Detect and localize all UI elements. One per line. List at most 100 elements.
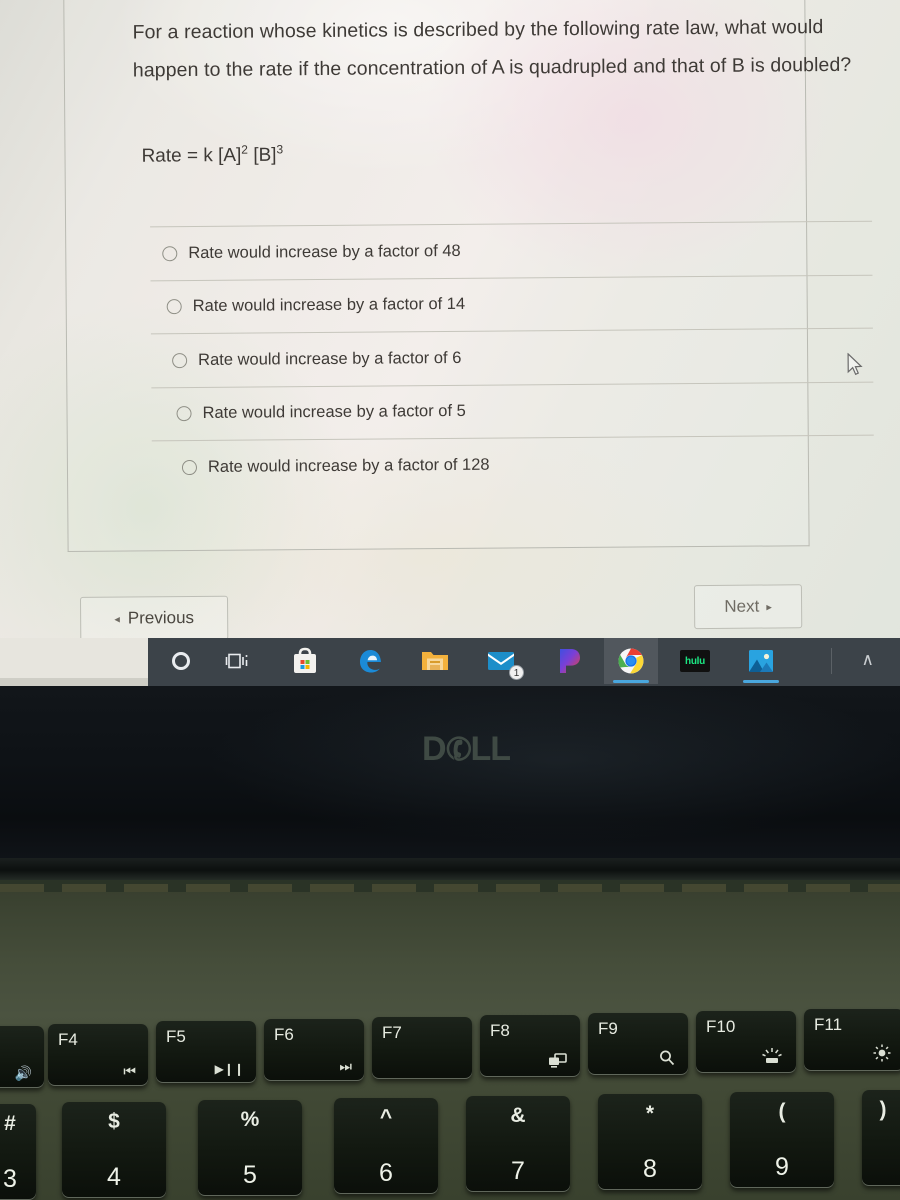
bezel-reflection xyxy=(0,686,900,870)
taskbar-item-pandora[interactable] xyxy=(542,638,596,684)
key-f5[interactable]: F5 ▶❙❙ xyxy=(156,1021,256,1083)
key-8-number: 8 xyxy=(643,1155,657,1183)
key-0-shift: ) xyxy=(879,1098,887,1121)
dell-logo-l2: L xyxy=(490,729,511,768)
search-icon xyxy=(660,1050,675,1066)
radio-button-1[interactable] xyxy=(162,245,178,262)
volume-icon: 🔊 xyxy=(14,1065,32,1081)
key-3-number: 3 xyxy=(3,1165,17,1193)
answer-option-label: Rate would increase by a factor of 48 xyxy=(188,241,461,262)
tray-divider xyxy=(831,648,832,674)
taskbar-item-cortana[interactable] xyxy=(154,638,208,684)
next-button[interactable]: Next ▸ xyxy=(693,584,803,630)
key-f4-label: F4 xyxy=(58,1030,78,1049)
answer-options-list: Rate would increase by a factor of 48 Ra… xyxy=(150,220,875,494)
chevron-left-icon: ◂ xyxy=(114,613,120,626)
key-f4[interactable]: F4 ⏮ xyxy=(48,1024,148,1086)
previous-button[interactable]: ◂ Previous xyxy=(79,595,229,641)
laptop-screen: For a reaction whose kinetics is describ… xyxy=(0,0,900,686)
key-f7[interactable]: F7 xyxy=(372,1017,472,1079)
display-switch-icon xyxy=(549,1053,567,1068)
key-f10[interactable]: F10 xyxy=(696,1011,796,1073)
key-9[interactable]: ( 9 xyxy=(730,1092,834,1188)
key-8-shift: * xyxy=(645,1102,655,1125)
key-f10-label: F10 xyxy=(706,1017,736,1036)
task-view-icon xyxy=(225,653,248,669)
key-3[interactable]: # 3 xyxy=(0,1104,36,1200)
show-hidden-icons-chevron-up-icon[interactable]: ∧ xyxy=(862,650,874,670)
taskbar-left-shadow xyxy=(0,678,148,686)
taskbar-item-edge[interactable] xyxy=(344,638,398,684)
mouse-pointer-icon xyxy=(847,352,863,376)
rate-law-prefix: Rate = k [A] xyxy=(141,144,242,167)
answer-option-2[interactable]: Rate would increase by a factor of 14 xyxy=(150,274,873,334)
answer-option-3[interactable]: Rate would increase by a factor of 6 xyxy=(150,327,874,387)
key-6-shift: ^ xyxy=(379,1106,393,1129)
answer-option-5[interactable]: Rate would increase by a factor of 128 xyxy=(151,434,875,494)
rate-law-mid: [B] xyxy=(247,144,277,166)
key-7-number: 7 xyxy=(511,1157,525,1185)
key-4[interactable]: $ 4 xyxy=(62,1102,166,1198)
key-3-shift: # xyxy=(4,1112,16,1135)
radio-button-2[interactable] xyxy=(166,299,182,315)
key-f3[interactable]: F3 🔊 xyxy=(0,1026,44,1088)
radio-button-4[interactable] xyxy=(176,406,192,422)
taskbar-item-mail[interactable]: 1 xyxy=(474,638,528,684)
key-0[interactable]: ) xyxy=(862,1090,900,1186)
key-f7-label: F7 xyxy=(382,1023,402,1042)
key-7[interactable]: & 7 xyxy=(466,1096,570,1192)
taskbar-items: 1 hulu ∧ xyxy=(148,638,900,686)
key-8[interactable]: * 8 xyxy=(598,1094,702,1190)
cortana-icon xyxy=(172,652,190,670)
hulu-icon: hulu xyxy=(680,650,710,672)
key-f9[interactable]: F9 xyxy=(588,1013,688,1075)
taskbar-item-chrome[interactable] xyxy=(604,638,658,684)
brightness-icon xyxy=(873,1044,891,1062)
taskbar-item-file-explorer[interactable] xyxy=(408,638,462,684)
key-4-number: 4 xyxy=(107,1163,121,1191)
key-5-number: 5 xyxy=(243,1161,257,1189)
keyboard-backlight-icon xyxy=(762,1048,782,1063)
photos-active-indicator xyxy=(743,680,779,683)
photos-icon xyxy=(749,650,773,672)
taskbar-item-photos[interactable] xyxy=(734,638,788,684)
key-f6-label: F6 xyxy=(274,1025,294,1044)
key-5[interactable]: % 5 xyxy=(198,1100,302,1196)
microsoft-store-icon xyxy=(294,647,316,673)
previous-track-icon: ⏮ xyxy=(123,1063,136,1079)
question-card: For a reaction whose kinetics is describ… xyxy=(63,0,875,553)
answer-option-label: Rate would increase by a factor of 14 xyxy=(192,295,466,316)
key-6[interactable]: ^ 6 xyxy=(334,1098,438,1194)
windows-taskbar[interactable]: 1 hulu ∧ xyxy=(0,638,900,686)
answer-option-label: Rate would increase by a factor of 128 xyxy=(207,455,490,476)
laptop-keyboard[interactable]: F3 🔊 F4 ⏮ F5 ▶❙❙ F6 ⏭ F7 F8 F9 F10 xyxy=(0,1000,900,1200)
answer-option-label: Rate would increase by a factor of 6 xyxy=(198,348,462,369)
taskbar-item-hulu[interactable]: hulu xyxy=(668,638,722,684)
taskbar-item-task-view[interactable] xyxy=(210,638,264,684)
rate-law-exponent-b: 3 xyxy=(276,142,284,157)
key-4-shift: $ xyxy=(108,1110,120,1133)
key-f6[interactable]: F6 ⏭ xyxy=(264,1019,364,1081)
edge-icon xyxy=(360,650,381,673)
answer-option-4[interactable]: Rate would increase by a factor of 5 xyxy=(151,381,874,441)
key-5-shift: % xyxy=(240,1108,260,1131)
previous-button-label: Previous xyxy=(127,608,195,628)
laptop-hinge xyxy=(0,858,900,880)
answer-option-1[interactable]: Rate would increase by a factor of 48 xyxy=(150,220,873,280)
radio-button-3[interactable] xyxy=(172,352,188,368)
chrome-icon xyxy=(618,648,644,674)
key-f8[interactable]: F8 xyxy=(480,1015,580,1077)
next-button-label: Next xyxy=(724,596,760,616)
key-f5-label: F5 xyxy=(166,1027,186,1046)
rate-law-equation: Rate = k [A]2 [B]3 xyxy=(141,142,284,167)
pandora-icon xyxy=(560,649,580,673)
radio-button-5[interactable] xyxy=(181,459,198,475)
key-f8-label: F8 xyxy=(490,1021,510,1040)
mail-badge-count: 1 xyxy=(509,665,524,680)
key-6-number: 6 xyxy=(379,1159,393,1187)
chrome-active-indicator xyxy=(613,680,649,683)
key-f9-label: F9 xyxy=(598,1019,618,1038)
key-7-shift: & xyxy=(510,1104,526,1127)
taskbar-item-microsoft-store[interactable] xyxy=(278,638,332,684)
key-f11[interactable]: F11 xyxy=(804,1009,900,1071)
